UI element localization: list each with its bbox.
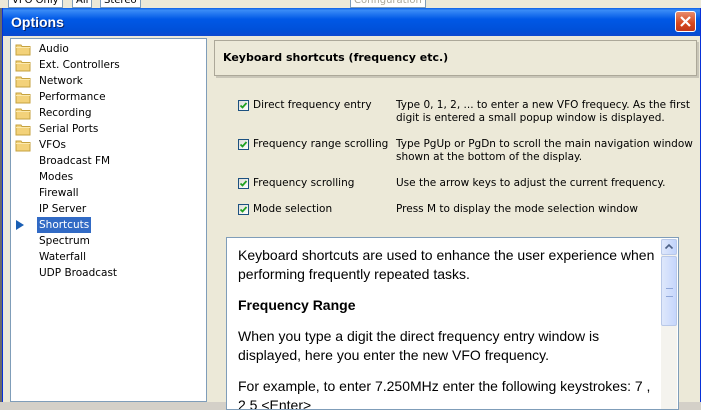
page-icon bbox=[15, 266, 31, 280]
tree-item-label: IP Server bbox=[39, 203, 87, 215]
title-bar[interactable]: Options bbox=[3, 8, 700, 36]
tree-item-label: VFOs bbox=[39, 139, 66, 151]
folder-icon bbox=[15, 122, 31, 136]
checkmark-icon bbox=[239, 206, 248, 213]
chevron-up-icon bbox=[664, 243, 674, 250]
arrow-icon bbox=[15, 218, 31, 232]
checkmark-icon bbox=[239, 102, 248, 109]
folder-icon bbox=[15, 58, 31, 72]
checkmark-icon bbox=[239, 141, 248, 148]
tree-item-label: Spectrum bbox=[39, 235, 90, 247]
description-line: Type PgUp or PgDn to scroll the main nav… bbox=[396, 138, 693, 150]
close-icon bbox=[680, 16, 691, 27]
description-line: shown at the bottom of the display. bbox=[396, 151, 583, 163]
folder-icon bbox=[15, 42, 31, 56]
folder-icon bbox=[15, 74, 31, 88]
page-icon bbox=[15, 250, 31, 264]
scroll-thumb[interactable] bbox=[661, 256, 677, 326]
tree-item-label: Waterfall bbox=[39, 251, 87, 263]
option-description: Press M to display the mode selection wi… bbox=[396, 203, 696, 216]
option-label[interactable]: Frequency scrolling bbox=[253, 177, 354, 189]
tree-item-label: Shortcuts bbox=[37, 217, 92, 233]
section-title: Keyboard shortcuts (frequency etc.) bbox=[223, 51, 449, 64]
configuration-button[interactable]: Configuration bbox=[350, 0, 426, 8]
help-paragraph-1: When you type a digit the direct frequen… bbox=[238, 328, 600, 363]
options-dialog: Options Audio Ext. Controllers Network Perf… bbox=[2, 8, 701, 410]
page-icon bbox=[15, 202, 31, 216]
vfo-only-button[interactable]: VFO Only bbox=[8, 0, 63, 8]
option-description: Type PgUp or PgDn to scroll the main nav… bbox=[396, 138, 696, 164]
option-description: Use the arrow keys to adjust the current… bbox=[396, 177, 696, 190]
parent-app-toolbar: VFO Only All Stereo Configuration bbox=[0, 0, 701, 8]
tree-item-label: Modes bbox=[39, 171, 74, 183]
options-tree[interactable]: Audio Ext. Controllers Network Performance R… bbox=[10, 38, 207, 402]
tree-item-label: Audio bbox=[39, 43, 69, 55]
option-label[interactable]: Mode selection bbox=[253, 203, 332, 215]
grip-icon bbox=[666, 288, 673, 297]
description-line: Type 0, 1, 2, ... to enter a new VFO fre… bbox=[396, 99, 690, 111]
tree-item-label: Performance bbox=[39, 91, 106, 103]
help-paragraph-2: For example, to enter 7.250MHz enter the… bbox=[238, 378, 651, 410]
checkbox[interactable] bbox=[238, 100, 249, 111]
close-button[interactable] bbox=[675, 11, 696, 32]
option-label[interactable]: Frequency range scrolling bbox=[253, 138, 388, 150]
folder-icon bbox=[15, 138, 31, 152]
scroll-up-button[interactable] bbox=[661, 239, 677, 255]
stereo-button[interactable]: Stereo bbox=[100, 0, 141, 8]
checkbox[interactable] bbox=[238, 204, 249, 215]
option-label[interactable]: Direct frequency entry bbox=[253, 99, 372, 111]
section-header: Keyboard shortcuts (frequency etc.) bbox=[214, 40, 697, 76]
option-description: Type 0, 1, 2, ... to enter a new VFO fre… bbox=[396, 99, 696, 125]
description-line: digit is entered a small popup window is… bbox=[396, 112, 665, 124]
page-icon bbox=[15, 186, 31, 200]
folder-icon bbox=[15, 106, 31, 120]
tree-item-label: Ext. Controllers bbox=[39, 59, 120, 71]
page-icon bbox=[15, 170, 31, 184]
checkbox[interactable] bbox=[238, 139, 249, 150]
tree-item-label: Network bbox=[39, 75, 83, 87]
help-content: Keyboard shortcuts are used to enhance t… bbox=[238, 246, 658, 410]
help-intro: Keyboard shortcuts are used to enhance t… bbox=[238, 247, 655, 282]
folder-icon bbox=[15, 90, 31, 104]
tree-item-label: UDP Broadcast bbox=[39, 267, 118, 279]
checkmark-icon bbox=[239, 180, 248, 187]
tree-item-label: Serial Ports bbox=[39, 123, 99, 135]
help-scrollbar[interactable] bbox=[661, 239, 677, 409]
page-icon bbox=[15, 234, 31, 248]
all-button[interactable]: All bbox=[72, 0, 93, 8]
help-heading: Frequency Range bbox=[238, 297, 356, 313]
tree-item-label: Broadcast FM bbox=[39, 155, 111, 167]
description-line: Use the arrow keys to adjust the current… bbox=[396, 177, 666, 189]
tree-item-label: Firewall bbox=[39, 187, 79, 199]
description-line: Press M to display the mode selection wi… bbox=[396, 203, 638, 215]
page-icon bbox=[15, 154, 31, 168]
checkbox[interactable] bbox=[238, 178, 249, 189]
help-text-box[interactable]: Keyboard shortcuts are used to enhance t… bbox=[226, 237, 679, 410]
tree-item-label: Recording bbox=[39, 107, 92, 119]
window-title: Options bbox=[11, 14, 64, 30]
